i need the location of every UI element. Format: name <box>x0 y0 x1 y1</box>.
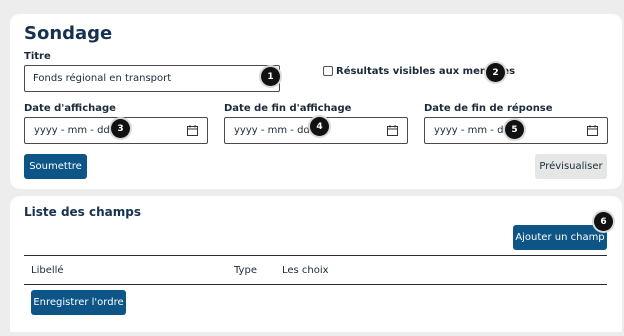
results-visible-checkbox[interactable] <box>323 66 333 76</box>
response-end-date-label: Date de fin de réponse <box>424 103 553 114</box>
save-order-button[interactable]: Enregistrer l'ordre <box>31 290 126 315</box>
annotation-badge-2: 2 <box>486 63 505 82</box>
survey-form-card: Sondage Titre Résultats visibles aux mem… <box>10 14 622 189</box>
column-header-choices[interactable]: Les choix <box>282 265 329 276</box>
end-display-date-placeholder: yyyy - mm - dd <box>234 125 310 136</box>
column-header-type[interactable]: Type <box>234 265 257 276</box>
fields-table-header: Libellé Type Les choix <box>24 255 607 285</box>
submit-button[interactable]: Soumettre <box>24 154 87 179</box>
end-display-date-label: Date de fin d'affichage <box>224 103 352 114</box>
calendar-icon[interactable] <box>387 125 398 136</box>
fields-list-card: Liste des champs Ajouter un champ Libell… <box>10 196 622 332</box>
title-input[interactable] <box>24 65 280 92</box>
preview-button[interactable]: Prévisualiser <box>535 154 607 179</box>
annotation-badge-4: 4 <box>310 117 329 136</box>
annotation-badge-5: 5 <box>505 120 524 139</box>
annotation-badge-6: 6 <box>594 212 613 231</box>
add-field-button[interactable]: Ajouter un champ <box>513 225 607 250</box>
page-title: Sondage <box>24 23 113 44</box>
column-header-label[interactable]: Libellé <box>31 265 64 276</box>
annotation-badge-3: 3 <box>111 119 130 138</box>
annotation-badge-1: 1 <box>261 67 280 86</box>
calendar-icon[interactable] <box>187 125 198 136</box>
title-label: Titre <box>24 51 51 62</box>
response-end-date-placeholder: yyyy - mm - dd <box>434 125 510 136</box>
section-title: Liste des champs <box>24 205 141 219</box>
display-date-label: Date d'affichage <box>24 103 116 114</box>
display-date-placeholder: yyyy - mm - dd <box>34 125 110 136</box>
calendar-icon[interactable] <box>587 125 598 136</box>
